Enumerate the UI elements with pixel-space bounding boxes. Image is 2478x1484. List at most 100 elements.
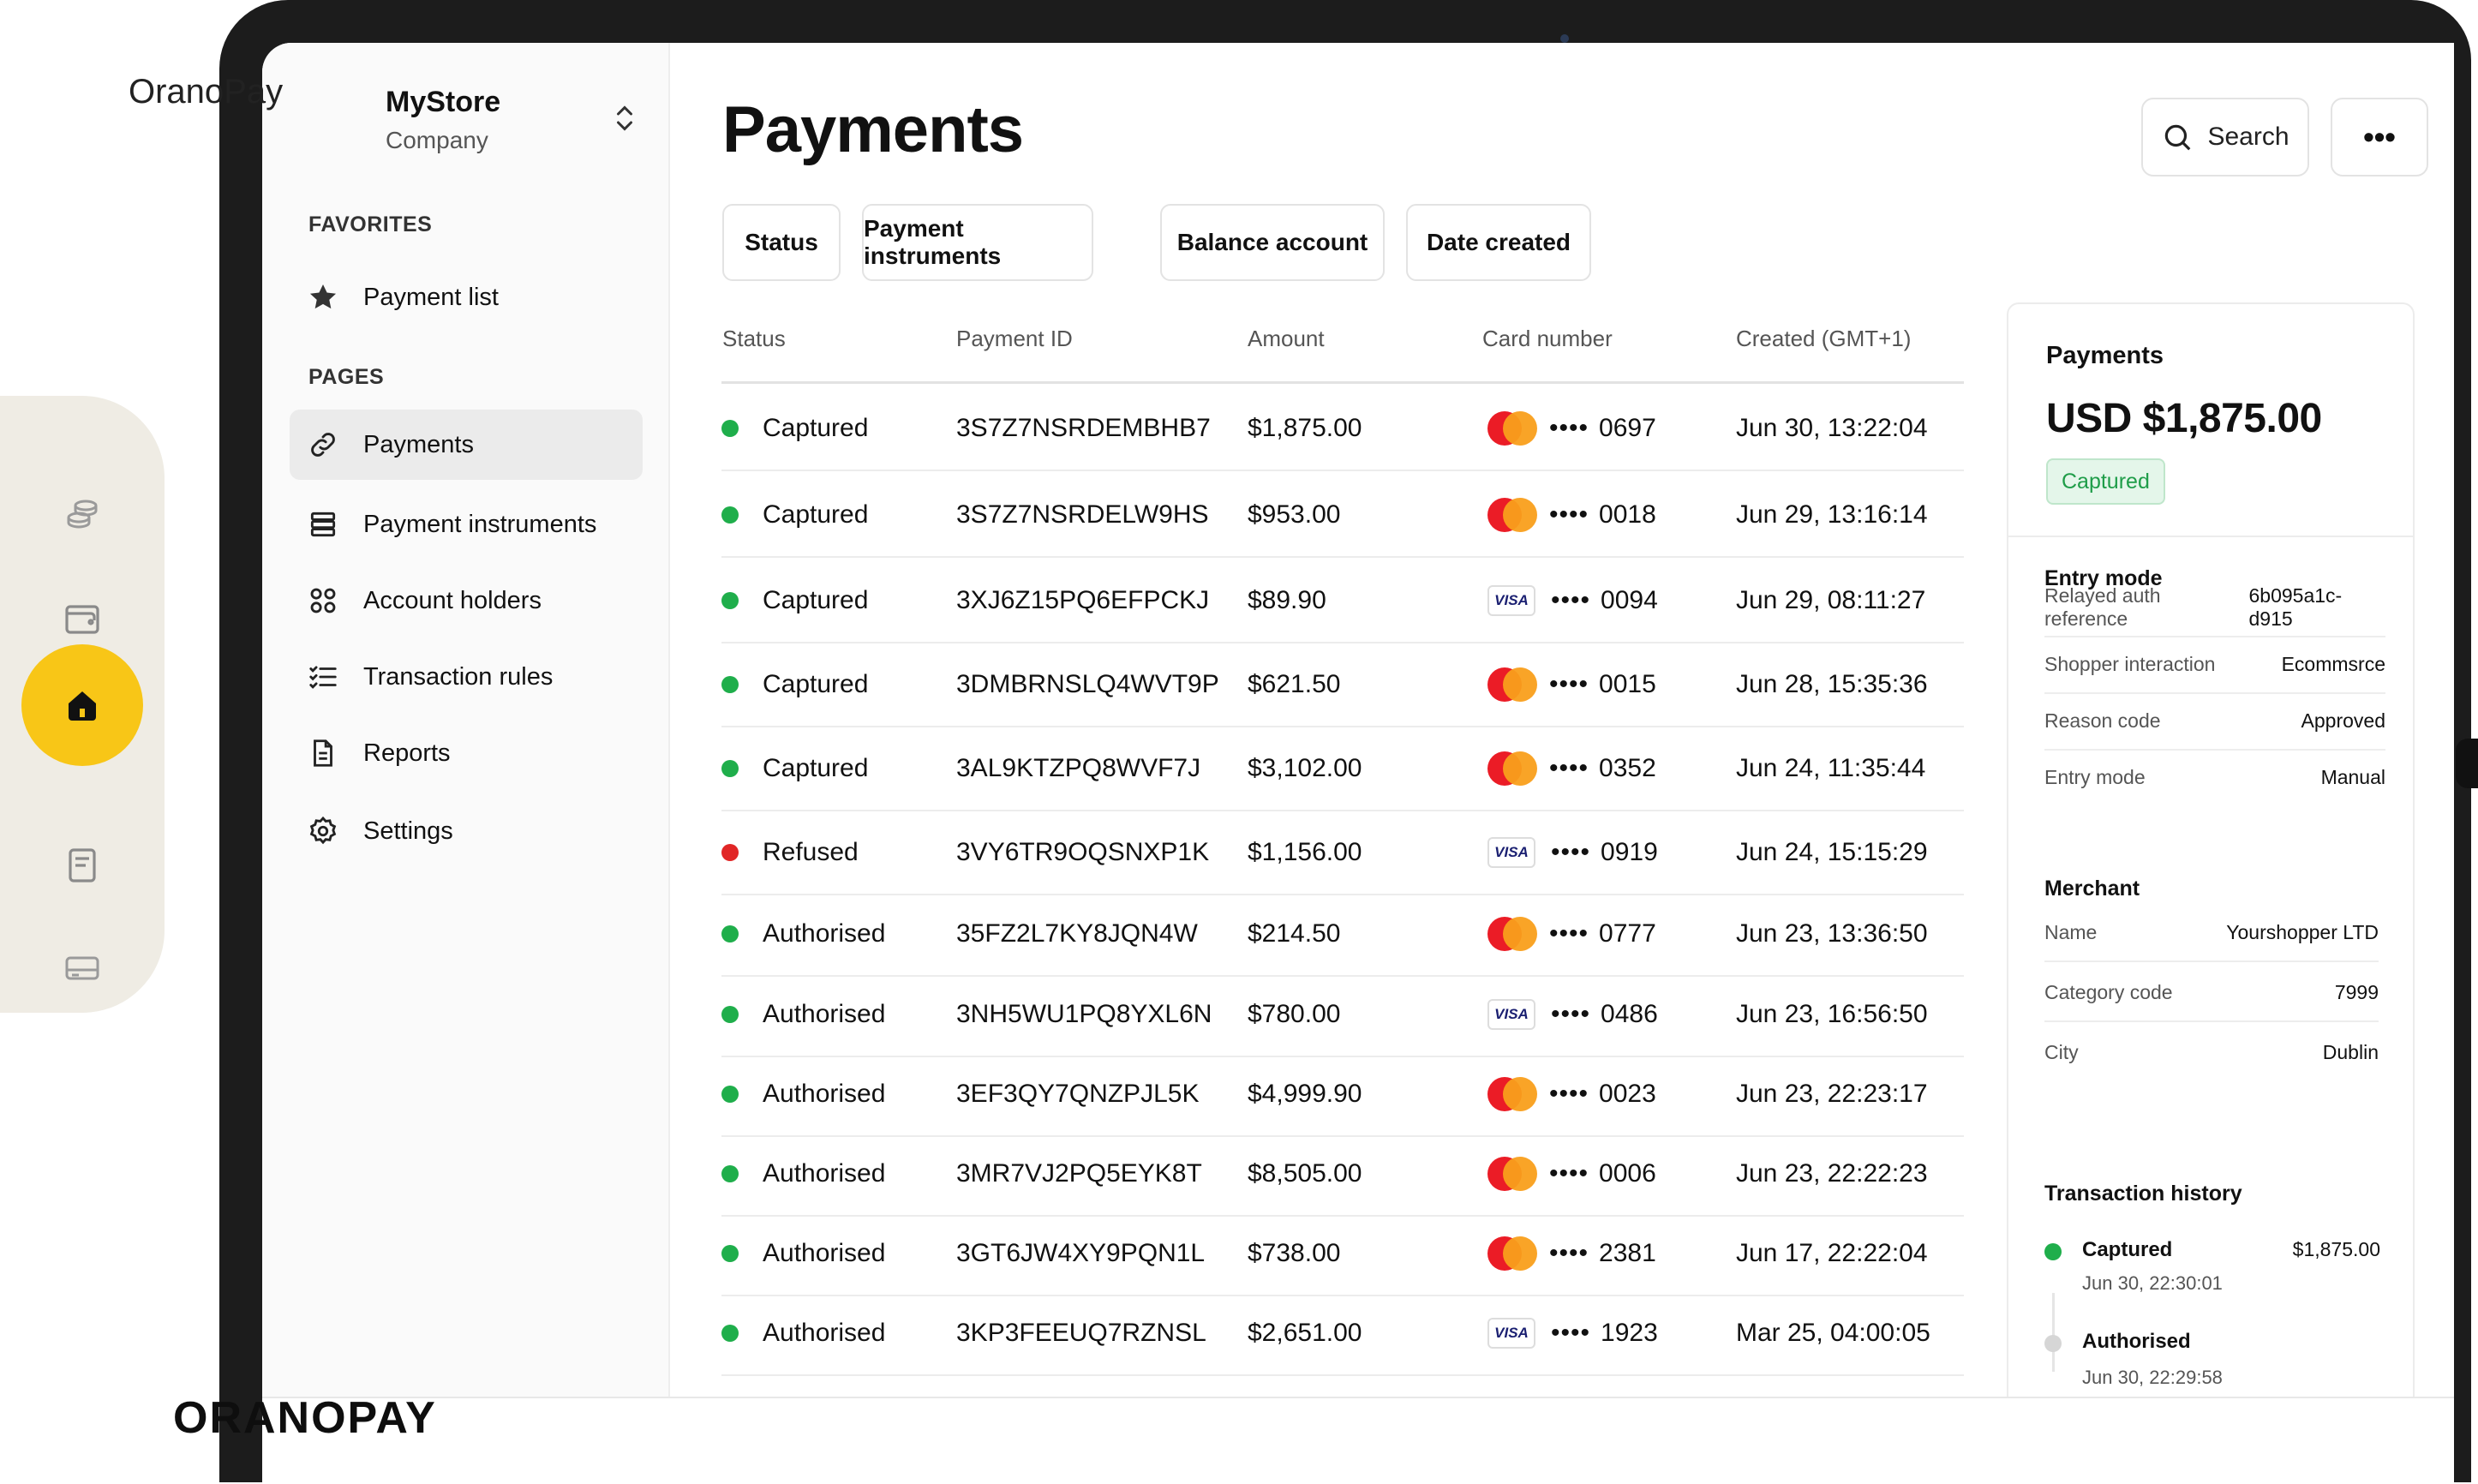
search-label: Search xyxy=(2207,123,2289,151)
card-last4: 0094 xyxy=(1601,586,1658,614)
table-row[interactable]: Authorised 35FZ2L7KY8JQN4W $214.50 •••• … xyxy=(721,893,1964,977)
amount-cell: $953.00 xyxy=(1248,500,1341,529)
store-type: Company xyxy=(386,127,488,153)
kv-key: Relayed auth reference xyxy=(2044,584,2161,630)
nav-transaction-rules[interactable]: Transaction rules xyxy=(290,642,643,712)
kv-value: Yourshopper LTD xyxy=(2226,920,2379,943)
amount-cell: $1,156.00 xyxy=(1248,838,1362,866)
status-text: Authorised xyxy=(763,1319,886,1347)
store-name: MyStore xyxy=(386,86,501,118)
nav-reports[interactable]: Reports xyxy=(290,718,643,788)
filter-status[interactable]: Status xyxy=(722,204,841,281)
payment-id-cell: 3XJ6Z15PQ6EFPCKJ xyxy=(956,586,1210,614)
card-icon[interactable] xyxy=(46,932,118,1004)
status-dot xyxy=(721,592,739,609)
created-cell: Jun 23, 22:22:23 xyxy=(1736,1159,1928,1188)
document-icon[interactable] xyxy=(46,829,118,901)
table-row[interactable]: Captured 3XJ6Z15PQ6EFPCKJ $89.90 VISA ••… xyxy=(721,559,1964,643)
filter-balance-account[interactable]: Balance account xyxy=(1160,204,1385,281)
table-row[interactable]: Captured 3S7Z7NSRDELW9HS $953.00 •••• 00… xyxy=(721,474,1964,558)
table-row[interactable]: Captured 3AL9KTZPQ8WVF7J $3,102.00 •••• … xyxy=(721,727,1964,811)
filter-date-created[interactable]: Date created xyxy=(1406,204,1591,281)
kv-row: Reason code Approved xyxy=(2044,692,2385,751)
card-last4: 0018 xyxy=(1599,500,1656,529)
status-text: Captured xyxy=(763,754,869,782)
table-row[interactable]: Authorised 3EF3QY7QNZPJL5K $4,999.90 •••… xyxy=(721,1053,1964,1137)
card-cell: •••• 0777 xyxy=(1487,893,1656,975)
home-icon[interactable] xyxy=(21,644,143,766)
amount-cell: $1,875.00 xyxy=(1248,414,1362,442)
card-cell: VISA •••• 0094 xyxy=(1487,559,1658,642)
table-row[interactable]: Authorised 3NH5WU1PQ8YXL6N $780.00 VISA … xyxy=(721,973,1964,1057)
history-title: Captured xyxy=(2082,1238,2173,1261)
amount-cell: $89.90 xyxy=(1248,586,1326,614)
filter-payment-instruments[interactable]: Payment instruments xyxy=(862,204,1093,281)
payment-id-cell: 3S7Z7NSRDEMBHB7 xyxy=(956,414,1211,442)
coins-icon[interactable] xyxy=(46,480,118,552)
table-row[interactable]: Authorised 3MR7VJ2PQ5EYK8T $8,505.00 •••… xyxy=(721,1133,1964,1217)
nav-settings[interactable]: Settings xyxy=(290,796,643,866)
payment-id-cell: 3NH5WU1PQ8YXL6N xyxy=(956,1000,1212,1028)
card-cell: •••• 0006 xyxy=(1487,1133,1656,1215)
col-payment-id[interactable]: Payment ID xyxy=(956,326,1073,352)
history-amount: $1,875.00 xyxy=(2292,1238,2380,1260)
status-cell: Captured xyxy=(721,387,868,470)
nav-payment-instruments[interactable]: Payment instruments xyxy=(290,489,643,559)
kv-value: Ecommsrce xyxy=(2281,652,2385,675)
status-cell: Authorised xyxy=(721,893,885,975)
status-text: Captured xyxy=(763,670,869,698)
mastercard-icon xyxy=(1487,667,1537,702)
kv-value: 6b095a1c-d915 xyxy=(2248,584,2343,630)
col-created[interactable]: Created (GMT+1) xyxy=(1736,326,1911,352)
status-dot xyxy=(721,760,739,777)
visa-icon: VISA xyxy=(1487,999,1535,1030)
status-cell: Authorised xyxy=(721,1292,885,1374)
kv-key: Name xyxy=(2044,920,2098,943)
card-last4: 0006 xyxy=(1599,1159,1656,1188)
nav-payments[interactable]: Payments xyxy=(290,410,643,480)
table-row[interactable]: Captured 3S7Z7NSRDEMBHB7 $1,875.00 •••• … xyxy=(721,387,1964,471)
status-dot xyxy=(721,506,739,524)
favorites-label: FAVORITES xyxy=(308,212,433,236)
payment-id-cell: 3MR7VJ2PQ5EYK8T xyxy=(956,1159,1202,1188)
card-cell: VISA •••• 0486 xyxy=(1487,973,1658,1056)
nav-label: Transaction rules xyxy=(363,662,554,691)
payment-id-cell: 3KP3FEEUQ7RZNSL xyxy=(956,1319,1206,1347)
kv-key: Shopper interaction xyxy=(2044,652,2216,675)
status-dot xyxy=(721,1165,739,1182)
col-card-number[interactable]: Card number xyxy=(1482,326,1613,352)
card-mask: •••• xyxy=(1549,1239,1589,1267)
status-dot xyxy=(721,1086,739,1103)
col-amount[interactable]: Amount xyxy=(1248,326,1325,352)
detail-amount: USD $1,875.00 xyxy=(2046,396,2322,441)
status-text: Captured xyxy=(763,586,869,614)
payment-id-cell: 35FZ2L7KY8JQN4W xyxy=(956,919,1198,948)
grid-circles-icon xyxy=(305,583,341,619)
card-last4: 0015 xyxy=(1599,670,1656,698)
status-cell: Authorised xyxy=(721,1212,885,1295)
more-options-button[interactable]: ••• xyxy=(2331,98,2428,177)
amount-cell: $738.00 xyxy=(1248,1239,1341,1267)
card-mask: •••• xyxy=(1551,586,1591,614)
search-button[interactable]: Search xyxy=(2141,98,2309,177)
status-dot xyxy=(721,420,739,437)
card-mask: •••• xyxy=(1549,1080,1589,1108)
status-dot xyxy=(721,676,739,693)
payment-id-cell: 3AL9KTZPQ8WVF7J xyxy=(956,754,1201,782)
nav-account-holders[interactable]: Account holders xyxy=(290,565,643,636)
table-row[interactable]: Captured 3DMBRNSLQ4WVT9P $621.50 •••• 00… xyxy=(721,643,1964,727)
kv-row: Entry mode Manual xyxy=(2044,749,2385,805)
card-mask: •••• xyxy=(1549,919,1589,948)
table-row[interactable]: Refused 3VY6TR9OQSNXP1K $1,156.00 VISA •… xyxy=(721,811,1964,895)
table-row[interactable]: Authorised 3KP3FEEUQ7RZNSL $2,651.00 VIS… xyxy=(721,1292,1964,1376)
amount-cell: $3,102.00 xyxy=(1248,754,1362,782)
col-status[interactable]: Status xyxy=(722,326,786,352)
nav-payment-list[interactable]: Payment list xyxy=(290,262,643,332)
status-text: Authorised xyxy=(763,1239,886,1267)
card-cell: •••• 0015 xyxy=(1487,643,1656,726)
pages-label: PAGES xyxy=(308,365,385,389)
table-row[interactable]: Authorised 3GT6JW4XY9PQN1L $738.00 •••• … xyxy=(721,1212,1964,1296)
detail-title: Payments xyxy=(2046,342,2164,369)
store-switch-icon[interactable] xyxy=(612,101,637,135)
status-dot xyxy=(721,844,739,861)
